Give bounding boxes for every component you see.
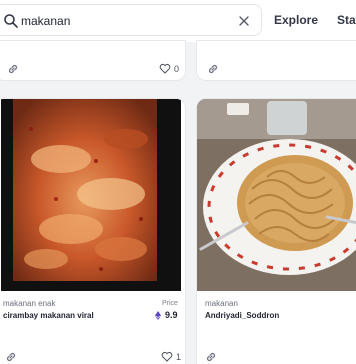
nft-card[interactable]: makanan enak cirambay makanan viral Pric… — [0, 98, 186, 364]
nft-title: Andriyadi_Soddron — [205, 311, 280, 320]
ethereum-icon — [155, 310, 161, 320]
nft-image[interactable] — [197, 99, 356, 291]
nft-card-previous[interactable] — [196, 40, 356, 81]
food-photo — [1, 99, 181, 291]
search-icon — [4, 14, 18, 28]
nft-image[interactable] — [1, 99, 181, 291]
top-bar: Explore Stat — [0, 0, 356, 42]
search-box[interactable] — [0, 4, 262, 36]
collection-name: makanan enak — [3, 299, 56, 308]
heart-icon — [159, 63, 171, 74]
nft-title: cirambay makanan viral — [3, 311, 94, 320]
like-button[interactable]: 0 — [159, 63, 179, 74]
nft-card[interactable]: makanan Andriyadi_Soddron — [196, 98, 356, 364]
clear-search-icon[interactable] — [237, 14, 251, 28]
like-count: 1 — [176, 351, 182, 362]
like-count: 0 — [174, 63, 180, 74]
price-value: 9.9 — [165, 310, 178, 320]
collection-name: makanan — [205, 299, 238, 308]
price: 9.9 — [155, 310, 178, 320]
link-icon[interactable] — [7, 63, 19, 75]
heart-icon — [161, 351, 173, 362]
link-icon[interactable] — [5, 351, 17, 363]
food-photo — [197, 99, 356, 291]
nft-card-previous[interactable]: 0 — [0, 40, 186, 81]
price-label: Price — [162, 300, 178, 307]
nav-explore[interactable]: Explore — [274, 13, 318, 27]
nav-stats[interactable]: Stat — [337, 13, 356, 27]
link-icon[interactable] — [207, 63, 219, 75]
like-button[interactable]: 1 — [161, 351, 181, 362]
search-input[interactable] — [21, 11, 221, 31]
link-icon[interactable] — [205, 351, 217, 363]
